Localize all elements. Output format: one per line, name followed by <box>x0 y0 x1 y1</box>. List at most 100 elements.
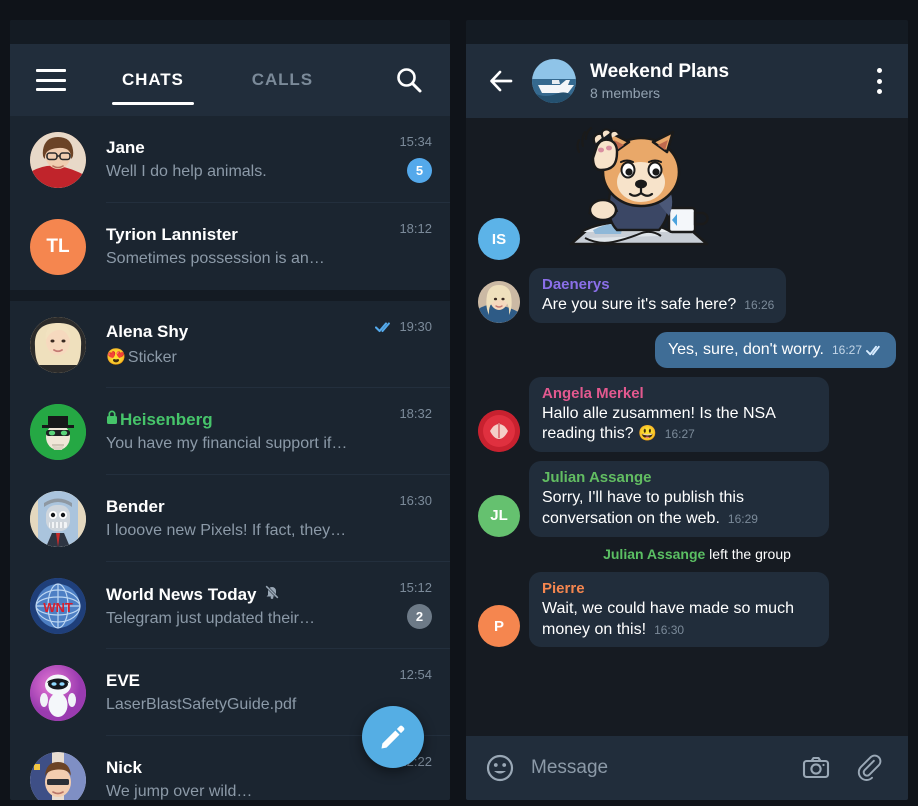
chat-preview: You have my financial support if… <box>106 435 348 452</box>
row-title: Nick <box>106 758 391 778</box>
camera-icon[interactable] <box>802 754 830 782</box>
chat-name: EVE <box>106 671 141 690</box>
message-list[interactable]: IS Daenerys Are you sure it's safe here?… <box>466 118 908 736</box>
status-bar <box>10 20 450 44</box>
message-time: 16:26 <box>744 298 775 312</box>
status-bar <box>466 20 908 44</box>
message-input[interactable] <box>531 757 776 779</box>
chat-name: Jane <box>106 138 145 157</box>
chat-row-bender[interactable]: Bender I looove new Pixels! If fact, the… <box>10 475 450 562</box>
left-top-bar: CHATS CALLS <box>10 44 450 116</box>
chat-row-world-news-today[interactable]: WNT World News Today Telegram just updat… <box>10 562 450 649</box>
unread-badge: 5 <box>407 158 432 183</box>
search-icon[interactable] <box>394 65 424 95</box>
unread-badge: 2 <box>407 604 432 629</box>
row-meta: 15:34 5 <box>399 134 432 183</box>
message-time: 16:29 <box>727 511 758 526</box>
tab-calls[interactable]: CALLS <box>242 44 323 116</box>
back-arrow-icon[interactable] <box>488 68 514 94</box>
message-time: 16:27 <box>832 343 884 359</box>
screen: CHATS CALLS Jane Well I do help animals.… <box>0 0 918 806</box>
message-sender: Pierre <box>542 579 585 597</box>
message-body: Are you sure it's safe here? <box>542 296 737 313</box>
message-row[interactable]: Angela Merkel Hallo alle zusammen! Is th… <box>478 376 896 453</box>
smiley-icon[interactable] <box>486 754 514 782</box>
message-sender: Julian Assange <box>542 469 652 487</box>
row-body: Alena Shy 😍 Sticker <box>106 322 375 367</box>
avatar: IS <box>478 218 520 260</box>
row-meta: 16:30 <box>399 493 432 508</box>
row-body: Heisenberg You have my financial support… <box>106 410 399 453</box>
row-body: EVE LaserBlastSafetyGuide.pdf <box>106 671 399 714</box>
kebab-menu-icon[interactable] <box>868 68 890 94</box>
message-row[interactable]: JL Julian Assange Sorry, I'll have to pu… <box>478 461 896 537</box>
chat-preview: Sometimes possession is an… <box>106 250 325 267</box>
hamburger-icon[interactable] <box>36 69 66 91</box>
row-title: EVE <box>106 671 391 691</box>
avatar <box>30 664 86 721</box>
message-body: Sorry, I'll have to publish this convers… <box>542 489 744 527</box>
message-row[interactable]: Yes, sure, don't worry. 16:27 <box>478 331 896 368</box>
message-bubble-in: Julian Assange Sorry, I'll have to publi… <box>529 461 829 537</box>
chat-row-tyrion-lannister[interactable]: TL Tyrion Lannister Sometimes possession… <box>10 203 450 290</box>
double-check-icon <box>866 345 880 356</box>
conversation-panel: Weekend Plans 8 members IS Daenerys Are … <box>466 20 908 800</box>
conversation-top-bar: Weekend Plans 8 members <box>466 44 908 118</box>
tab-chats[interactable]: CHATS <box>112 44 194 116</box>
avatar-initials: IS <box>491 230 507 248</box>
avatar: JL <box>478 494 520 537</box>
message-body: Yes, sure, don't worry. <box>667 340 824 358</box>
chat-time: 18:12 <box>399 221 432 236</box>
service-message-action: left the group <box>709 545 791 562</box>
avatar: P <box>478 605 520 648</box>
new-message-fab[interactable] <box>362 706 424 768</box>
chat-row-heisenberg[interactable]: Heisenberg You have my financial support… <box>10 388 450 475</box>
message-bubble-in: Pierre Wait, we could have made so much … <box>529 571 829 648</box>
avatar <box>478 410 520 453</box>
message-row[interactable]: Daenerys Are you sure it's safe here? 16:… <box>478 268 896 323</box>
message-sticker[interactable]: IS <box>478 126 896 260</box>
tab-calls-label: CALLS <box>251 70 313 89</box>
message-time: 16:27 <box>664 427 695 442</box>
heart-eyes-emoji: 😍 <box>106 349 126 366</box>
row-body: World News Today Telegram just updated t… <box>106 584 399 628</box>
avatar-initials: JL <box>490 507 508 525</box>
chat-list[interactable]: Jane Well I do help animals. 15:34 5 TL … <box>10 116 450 800</box>
message-sender: Angela Merkel <box>542 384 644 402</box>
chat-name: Heisenberg <box>120 410 213 429</box>
chat-time: 15:34 <box>399 134 432 149</box>
message-sender: Daenerys <box>542 276 610 293</box>
chat-row-jane[interactable]: Jane Well I do help animals. 15:34 5 <box>10 116 450 203</box>
avatar <box>30 316 86 373</box>
row-title: Jane <box>106 138 391 158</box>
chat-preview: Well I do help animals. <box>106 163 267 180</box>
row-title: World News Today <box>106 584 391 605</box>
avatar <box>30 490 86 547</box>
muted-bell-icon <box>264 584 280 605</box>
row-body: Nick We jump over wild… <box>106 758 399 800</box>
message-time-value: 16:27 <box>831 342 862 357</box>
chat-time: 15:12 <box>399 580 432 595</box>
row-body: Tyrion Lannister Sometimes possession is… <box>106 225 399 268</box>
paperclip-icon[interactable] <box>856 754 884 782</box>
row-meta: 19:30 <box>375 319 432 334</box>
chat-list-panel: CHATS CALLS Jane Well I do help animals.… <box>10 20 450 800</box>
chat-row-alena-shy[interactable]: Alena Shy 😍 Sticker 19:30 <box>10 301 450 388</box>
row-meta: 18:32 <box>399 406 432 421</box>
conversation-title: Weekend Plans <box>590 61 730 83</box>
conversation-titles: Weekend Plans 8 members <box>590 61 868 101</box>
svg-text:WNT: WNT <box>43 600 73 615</box>
avatar-initials: P <box>493 617 504 635</box>
row-body: Bender I looove new Pixels! If fact, the… <box>106 497 399 540</box>
row-meta: 15:12 2 <box>399 580 432 629</box>
chat-name: World News Today <box>106 584 257 604</box>
chat-name: Bender <box>106 497 165 516</box>
pencil-icon <box>381 725 405 749</box>
avatar <box>30 751 86 800</box>
chat-time: 12:54 <box>399 667 432 682</box>
message-row[interactable]: P Pierre Wait, we could have made so muc… <box>478 571 896 648</box>
message-bubble-out: Yes, sure, don't worry. 16:27 <box>654 331 896 368</box>
list-section-divider <box>10 290 450 301</box>
chat-time: 19:30 <box>399 319 432 334</box>
group-avatar[interactable] <box>532 59 576 103</box>
